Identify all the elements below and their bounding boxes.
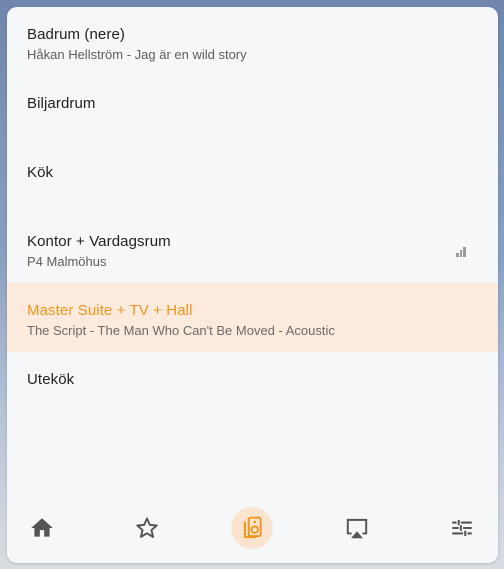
home-icon	[31, 518, 53, 537]
airplay-icon	[346, 518, 368, 539]
star-icon	[136, 517, 158, 538]
room-row-utekok[interactable]: Utekök	[7, 352, 498, 421]
tab-settings[interactable]	[441, 507, 483, 549]
tab-home[interactable]	[21, 507, 63, 549]
tab-rooms[interactable]	[231, 507, 273, 549]
speaker-icon	[243, 516, 262, 539]
bottom-tab-bar	[7, 501, 498, 563]
room-name: Kontor + Vardagsrum	[27, 233, 171, 250]
room-row-kontor-vardagsrum[interactable]: Kontor + Vardagsrum P4 Malmöhus	[7, 214, 498, 283]
tab-favorites[interactable]	[126, 507, 168, 549]
room-row-master-suite[interactable]: Master Suite + TV + Hall The Script - Th…	[7, 283, 498, 352]
signal-strength-icon	[456, 247, 466, 257]
now-playing: P4 Malmöhus	[27, 254, 107, 269]
room-name: Utekök	[27, 371, 75, 388]
room-row-biljardrum[interactable]: Biljardrum	[7, 76, 498, 145]
tab-airplay[interactable]	[336, 507, 378, 549]
now-playing: Håkan Hellström - Jag är en wild story	[27, 47, 247, 62]
room-name: Badrum (nere)	[27, 26, 126, 43]
room-row-kok[interactable]: Kök	[7, 145, 498, 214]
sliders-icon	[452, 519, 472, 537]
room-list: Badrum (nere) Håkan Hellström - Jag är e…	[7, 7, 498, 421]
room-row-badrum-nere[interactable]: Badrum (nere) Håkan Hellström - Jag är e…	[7, 7, 498, 76]
room-name: Master Suite + TV + Hall	[27, 302, 193, 319]
now-playing: The Script - The Man Who Can't Be Moved …	[27, 323, 335, 338]
room-name: Kök	[27, 164, 54, 181]
rooms-panel: Badrum (nere) Håkan Hellström - Jag är e…	[7, 7, 498, 563]
room-name: Biljardrum	[27, 95, 96, 112]
